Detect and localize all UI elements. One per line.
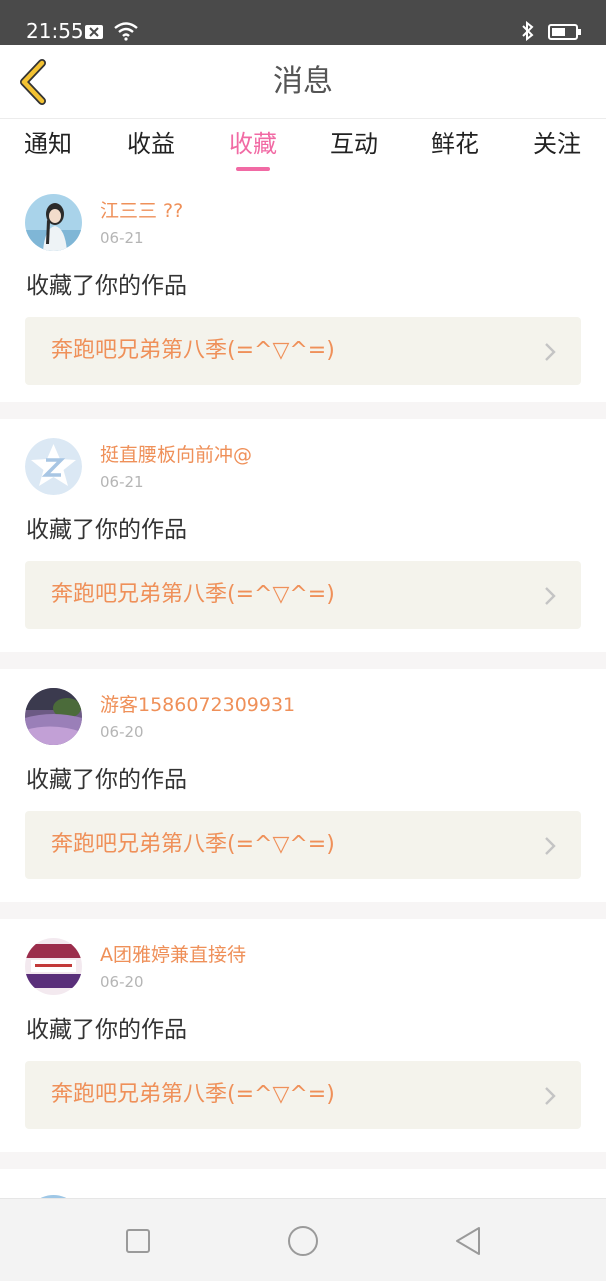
divider xyxy=(0,1152,606,1169)
list-item: A团雅婷兼直接待 06-20 收藏了你的作品 奔跑吧兄弟第八季(=^▽^=) xyxy=(0,919,606,1146)
tab-favorites[interactable]: 收藏 xyxy=(203,127,303,161)
work-title: 奔跑吧兄弟第八季(=^▽^=) xyxy=(51,832,335,857)
work-title: 奔跑吧兄弟第八季(=^▽^=) xyxy=(51,582,335,607)
message-date: 06-21 xyxy=(100,229,144,247)
battery-icon xyxy=(548,24,581,40)
message-date: 06-20 xyxy=(100,723,144,741)
work-title: 奔跑吧兄弟第八季(=^▽^=) xyxy=(51,338,335,363)
close-box-icon xyxy=(85,25,103,39)
message-text: 收藏了你的作品 xyxy=(26,273,187,299)
message-text: 收藏了你的作品 xyxy=(26,767,187,793)
work-link[interactable]: 奔跑吧兄弟第八季(=^▽^=) xyxy=(25,317,581,385)
default-z-avatar xyxy=(25,438,82,495)
username[interactable]: 江三三 ?? xyxy=(100,199,183,223)
tab-flowers[interactable]: 鲜花 xyxy=(405,127,505,161)
wifi-icon xyxy=(114,22,138,41)
username[interactable]: 游客1586072309931 xyxy=(100,693,295,717)
avatar[interactable] xyxy=(25,688,82,745)
work-title: 奔跑吧兄弟第八季(=^▽^=) xyxy=(51,1082,335,1107)
message-date: 06-20 xyxy=(100,973,144,991)
recruit-banner-avatar xyxy=(25,938,82,995)
divider xyxy=(0,402,606,419)
work-link[interactable]: 奔跑吧兄弟第八季(=^▽^=) xyxy=(25,1061,581,1129)
active-tab-indicator xyxy=(236,167,270,171)
status-icons-right xyxy=(521,20,582,45)
chevron-right-icon xyxy=(545,1087,556,1105)
tab-interactions[interactable]: 互动 xyxy=(304,127,404,161)
divider xyxy=(0,652,606,669)
avatar[interactable] xyxy=(25,938,82,995)
chevron-right-icon xyxy=(545,343,556,361)
chevron-right-icon xyxy=(545,587,556,605)
back-triangle-icon[interactable] xyxy=(454,1225,482,1257)
work-link[interactable]: 奔跑吧兄弟第八季(=^▽^=) xyxy=(25,561,581,629)
avatar[interactable] xyxy=(25,438,82,495)
system-nav-bar xyxy=(0,1198,606,1281)
avatar[interactable] xyxy=(25,194,82,251)
nav-bar: 消息 xyxy=(0,45,606,119)
message-date: 06-21 xyxy=(100,473,144,491)
tab-earnings[interactable]: 收益 xyxy=(101,127,201,161)
tab-following[interactable]: 关注 xyxy=(507,127,606,161)
status-bar: 21:55 xyxy=(0,0,606,45)
work-link[interactable]: 奔跑吧兄弟第八季(=^▽^=) xyxy=(25,811,581,879)
tab-notifications[interactable]: 通知 xyxy=(0,127,98,161)
girl-portrait-avatar xyxy=(25,194,82,251)
message-text: 收藏了你的作品 xyxy=(26,517,187,543)
bluetooth-icon xyxy=(522,20,534,42)
page-title: 消息 xyxy=(273,64,333,99)
status-time: 21:55 xyxy=(26,19,84,43)
chevron-right-icon xyxy=(545,837,556,855)
divider xyxy=(0,902,606,919)
tab-bar: 通知 收益 收藏 互动 鲜花 关注 xyxy=(0,119,606,173)
username[interactable]: 挺直腰板向前冲@ xyxy=(100,443,252,467)
landscape-avatar xyxy=(25,688,82,745)
message-text: 收藏了你的作品 xyxy=(26,1017,187,1043)
username[interactable]: A团雅婷兼直接待 xyxy=(100,943,246,967)
status-icons-left xyxy=(84,21,139,45)
recents-square-icon[interactable] xyxy=(125,1228,151,1254)
home-circle-icon[interactable] xyxy=(287,1225,319,1257)
list-item: 游客1586072309931 06-20 收藏了你的作品 奔跑吧兄弟第八季(=… xyxy=(0,669,606,896)
list-item: 挺直腰板向前冲@ 06-21 收藏了你的作品 奔跑吧兄弟第八季(=^▽^=) xyxy=(0,419,606,646)
list-item: 江三三 ?? 06-21 收藏了你的作品 奔跑吧兄弟第八季(=^▽^=) xyxy=(0,175,606,402)
